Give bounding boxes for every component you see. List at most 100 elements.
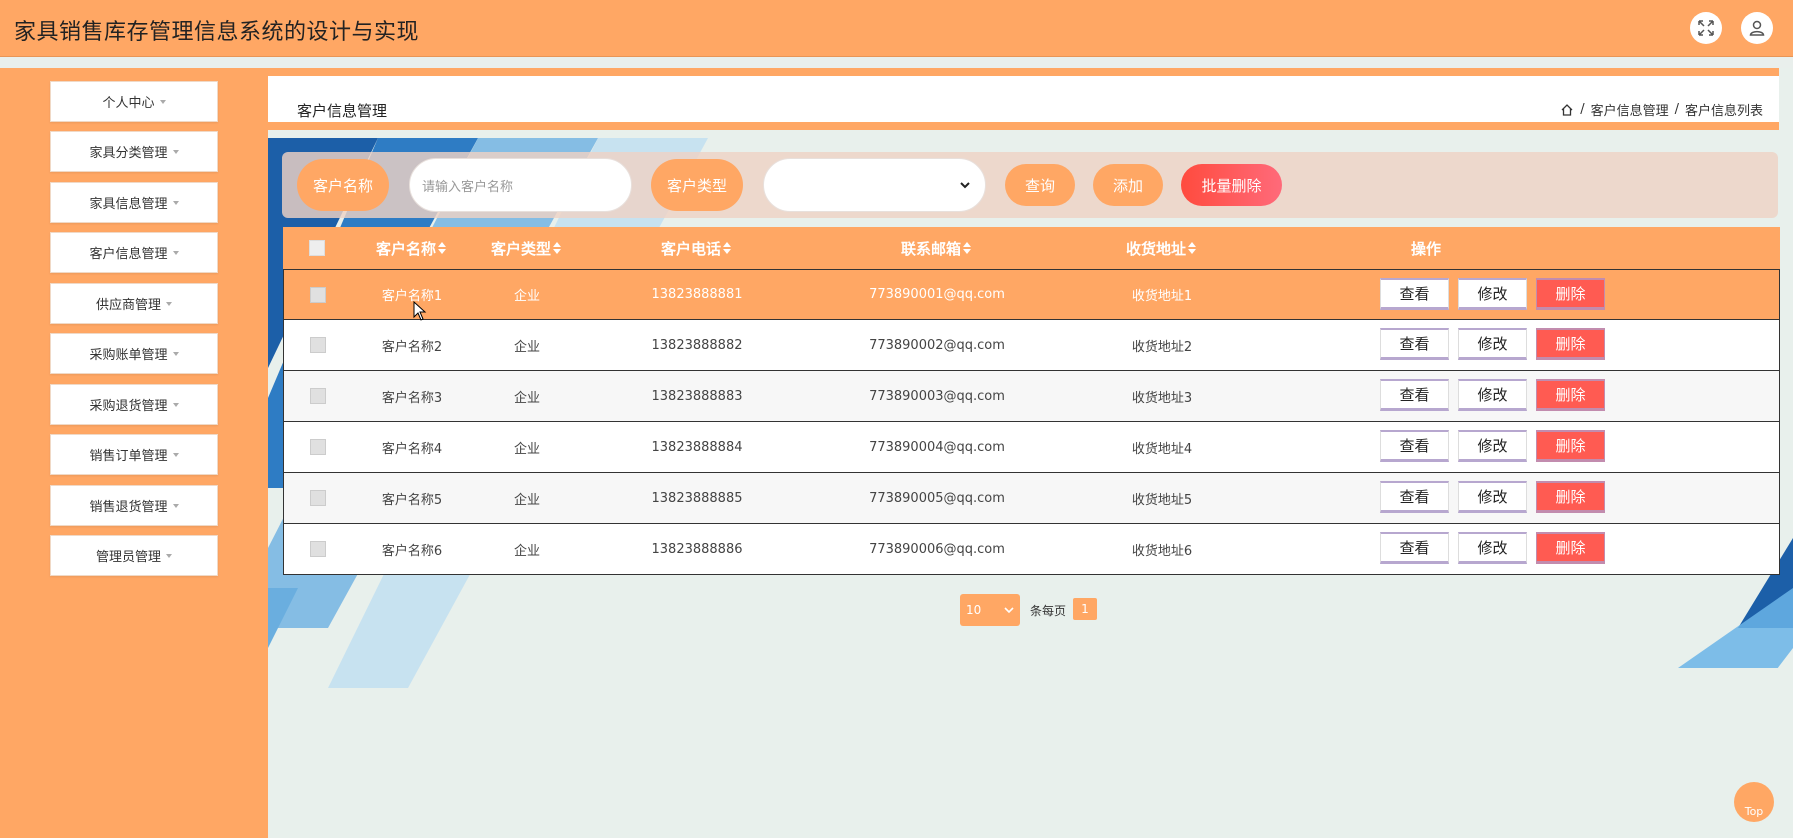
page-size-select[interactable]: 10 [960,594,1020,626]
sidebar-item-supplier[interactable]: 供应商管理 [50,283,218,324]
table-row[interactable]: 客户名称2 企业 13823888882 773890002@qq.com 收货… [283,320,1780,371]
page-title: 客户信息管理 [297,102,388,120]
delete-button[interactable]: 删除 [1536,430,1605,462]
edit-button[interactable]: 修改 [1458,328,1527,360]
title-bar-top-border [268,68,1779,76]
column-header-actions: 操作 [1410,239,1441,258]
customer-name-input[interactable]: 请输入客户名称 [409,158,632,212]
column-header-name[interactable]: 客户名称 [351,227,471,269]
caret-down-icon [172,402,179,407]
cell-address: 收货地址3 [1131,390,1193,406]
cell-email: 773890004@qq.com [869,439,1005,455]
sidebar-item-personal-center[interactable]: 个人中心 [50,81,218,122]
sidebar-item-furniture-info[interactable]: 家具信息管理 [50,182,218,223]
cell-email: 773890006@qq.com [869,541,1005,557]
sidebar-item-sales-order[interactable]: 销售订单管理 [50,434,218,475]
caret-down-icon [172,149,179,154]
sidebar-item-customer-info[interactable]: 客户信息管理 [50,232,218,273]
home-icon[interactable] [1560,103,1574,117]
breadcrumb-customer-management[interactable]: 客户信息管理 [1591,100,1669,119]
cell-phone: 13823888882 [651,337,743,353]
customer-table: 客户名称 客户类型 客户电话 联系邮箱 收货地址 操作 客户名称1 企业 138… [283,227,1780,575]
view-button[interactable]: 查看 [1380,328,1449,360]
breadcrumb-separator: / [1674,102,1679,117]
edit-button[interactable]: 修改 [1458,430,1527,462]
edit-button[interactable]: 修改 [1458,379,1527,411]
sidebar-item-sales-return[interactable]: 销售退货管理 [50,485,218,526]
query-button[interactable]: 查询 [1005,164,1075,206]
delete-button[interactable]: 删除 [1536,278,1605,310]
sidebar-item-purchase-return[interactable]: 采购退货管理 [50,384,218,425]
customer-type-label: 客户类型 [651,159,743,211]
sidebar-item-label: 销售退货管理 [89,500,168,515]
fullscreen-icon [1698,20,1714,36]
mouse-cursor-icon [413,301,427,321]
row-checkbox[interactable] [310,388,326,404]
sidebar-item-admin[interactable]: 管理员管理 [50,535,218,576]
view-button[interactable]: 查看 [1380,278,1449,310]
cell-type: 企业 [513,390,540,406]
delete-button[interactable]: 删除 [1536,328,1605,360]
column-header-email[interactable]: 联系邮箱 [811,227,1061,269]
delete-button[interactable]: 删除 [1536,532,1605,564]
table-row[interactable]: 客户名称5 企业 13823888885 773890005@qq.com 收货… [283,473,1780,524]
table-row[interactable]: 客户名称1 企业 13823888881 773890001@qq.com 收货… [283,269,1780,320]
customer-type-select[interactable] [763,158,986,212]
row-checkbox[interactable] [310,490,326,506]
sidebar-item-purchase-bill[interactable]: 采购账单管理 [50,333,218,374]
cell-email: 773890003@qq.com [869,388,1005,404]
row-checkbox[interactable] [310,541,326,557]
breadcrumb-separator: / [1580,102,1585,117]
sidebar-item-label: 管理员管理 [95,550,161,565]
caret-down-icon [172,250,179,255]
column-header-address[interactable]: 收货地址 [1061,227,1261,269]
sort-icon [553,242,561,254]
cell-phone: 13823888884 [651,439,743,455]
view-button[interactable]: 查看 [1380,532,1449,564]
batch-delete-button[interactable]: 批量删除 [1181,164,1282,206]
row-checkbox[interactable] [310,439,326,455]
cell-name: 客户名称6 [381,543,443,559]
view-button[interactable]: 查看 [1380,481,1449,513]
cell-address: 收货地址4 [1131,441,1193,457]
select-all-checkbox[interactable] [309,240,325,256]
column-header-phone[interactable]: 客户电话 [581,227,811,269]
caret-down-icon [166,301,172,306]
caret-down-icon [166,553,172,558]
sidebar-item-label: 家具信息管理 [89,197,168,212]
cell-address: 收货地址1 [1131,289,1193,304]
sort-icon [1188,242,1196,254]
table-row[interactable]: 客户名称4 企业 13823888884 773890004@qq.com 收货… [283,422,1780,473]
add-button[interactable]: 添加 [1093,164,1163,206]
main-content: 客户信息管理 / 客户信息管理 / 客户信息列表 客户名称 请输入客户名称 客户… [268,68,1793,838]
cell-address: 收货地址6 [1131,543,1193,559]
sidebar-item-label: 客户信息管理 [89,247,168,262]
cell-type: 企业 [513,492,540,508]
edit-button[interactable]: 修改 [1458,481,1527,513]
table-row[interactable]: 客户名称3 企业 13823888883 773890003@qq.com 收货… [283,371,1780,422]
edit-button[interactable]: 修改 [1458,278,1527,310]
caret-down-icon [172,200,179,205]
chevron-down-icon [1004,607,1014,614]
sidebar-item-furniture-category[interactable]: 家具分类管理 [50,131,218,172]
user-button[interactable] [1741,12,1773,44]
sidebar-item-label: 家具分类管理 [89,146,168,161]
table-row[interactable]: 客户名称6 企业 13823888886 773890006@qq.com 收货… [283,524,1780,575]
fullscreen-button[interactable] [1690,12,1722,44]
delete-button[interactable]: 删除 [1536,379,1605,411]
view-button[interactable]: 查看 [1380,379,1449,411]
sort-icon [438,242,446,254]
edit-button[interactable]: 修改 [1458,532,1527,564]
sort-icon [723,242,731,254]
delete-button[interactable]: 删除 [1536,481,1605,513]
back-to-top-button[interactable]: Top [1734,782,1774,822]
cell-address: 收货地址2 [1131,339,1193,355]
cell-phone: 13823888885 [651,490,743,506]
caret-down-icon [172,503,179,508]
row-checkbox[interactable] [310,286,326,303]
per-page-label: 条每页 [1030,604,1067,618]
column-header-type[interactable]: 客户类型 [471,227,581,269]
view-button[interactable]: 查看 [1380,430,1449,462]
row-checkbox[interactable] [310,337,326,353]
page-number-current[interactable]: 1 [1073,598,1097,620]
